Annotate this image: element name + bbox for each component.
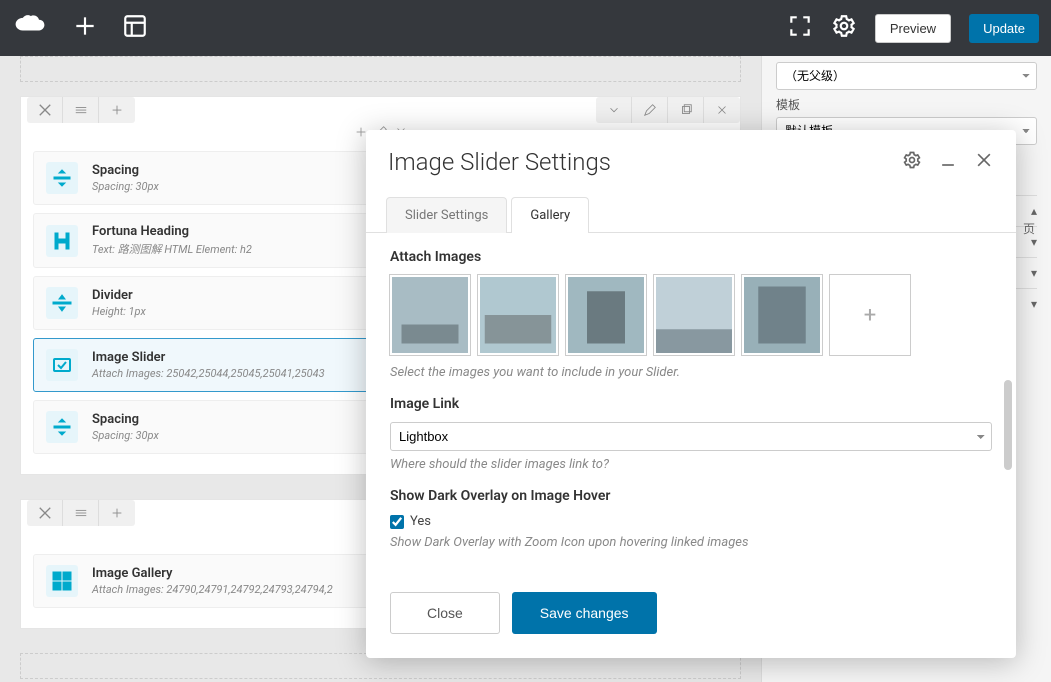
thumbnail[interactable] bbox=[742, 275, 822, 355]
element-subtitle: Text: 路测图解 HTML Element: h2 bbox=[92, 241, 252, 257]
spacing-icon bbox=[46, 162, 78, 194]
element-subtitle: Attach Images: 25042,25044,25045,25041,2… bbox=[92, 367, 325, 380]
element-subtitle: Height: 1px bbox=[92, 305, 146, 318]
element-title: Divider bbox=[92, 288, 146, 303]
gear-icon[interactable] bbox=[831, 13, 857, 43]
hover-overlay-checkbox[interactable] bbox=[390, 515, 404, 529]
image-link-select[interactable]: Lightbox bbox=[390, 422, 992, 451]
preview-button[interactable]: Preview bbox=[875, 14, 951, 43]
gear-icon[interactable] bbox=[902, 150, 922, 174]
hover-overlay-yes: Yes bbox=[410, 514, 431, 529]
add-icon[interactable] bbox=[72, 13, 98, 43]
chevron-down-icon: ▾ bbox=[1031, 266, 1037, 280]
update-button[interactable]: Update bbox=[969, 14, 1039, 43]
thumbnail[interactable] bbox=[654, 275, 734, 355]
row-move-icon[interactable] bbox=[27, 97, 63, 123]
row-delete-icon[interactable] bbox=[704, 97, 740, 123]
row-drag-icon[interactable] bbox=[63, 500, 99, 526]
thumbnail-row: + bbox=[390, 275, 992, 355]
tab-slider-settings[interactable]: Slider Settings bbox=[386, 197, 507, 233]
element-subtitle: Attach Images: 24790,24791,24792,24793,2… bbox=[92, 583, 333, 596]
slider-icon bbox=[46, 349, 78, 381]
layout-icon[interactable] bbox=[122, 13, 148, 43]
element-title: Fortuna Heading bbox=[92, 224, 252, 239]
gallery-icon bbox=[46, 565, 78, 597]
thumbnail[interactable] bbox=[390, 275, 470, 355]
attach-images-label: Attach Images bbox=[390, 249, 992, 265]
row-drag-icon[interactable] bbox=[63, 97, 99, 123]
row-copy-icon[interactable] bbox=[668, 97, 704, 123]
hover-overlay-hint: Show Dark Overlay with Zoom Icon upon ho… bbox=[390, 535, 992, 550]
thumbnail[interactable] bbox=[478, 275, 558, 355]
image-link-hint: Where should the slider images link to? bbox=[390, 457, 992, 472]
close-button[interactable]: Close bbox=[390, 592, 500, 634]
row-edit-icon[interactable] bbox=[632, 97, 668, 123]
add-thumbnail-button[interactable]: + bbox=[830, 275, 910, 355]
thumbnail[interactable] bbox=[566, 275, 646, 355]
logo-icon bbox=[12, 12, 48, 44]
element-subtitle: Spacing: 30px bbox=[92, 180, 159, 193]
chevron-down-icon: ▾ bbox=[1031, 235, 1037, 249]
modal-image-slider-settings: Image Slider Settings Slider Settings Ga… bbox=[366, 130, 1016, 658]
tab-gallery[interactable]: Gallery bbox=[511, 197, 589, 233]
parent-select[interactable]: （无父级） bbox=[776, 62, 1037, 90]
close-icon[interactable] bbox=[974, 150, 994, 174]
image-link-label: Image Link bbox=[390, 396, 992, 412]
attach-images-hint: Select the images you want to include in… bbox=[390, 365, 992, 380]
template-label: 模板 bbox=[776, 96, 1037, 113]
heading-icon bbox=[46, 225, 78, 257]
element-subtitle: Spacing: 30px bbox=[92, 429, 159, 442]
row-dropdown-icon[interactable] bbox=[596, 97, 632, 123]
chevron-down-icon: ▾ bbox=[1031, 297, 1037, 311]
spacing-icon bbox=[46, 411, 78, 443]
hover-overlay-label: Show Dark Overlay on Image Hover bbox=[390, 488, 992, 504]
minimize-icon[interactable] bbox=[938, 150, 958, 174]
element-title: Spacing bbox=[92, 412, 159, 427]
element-title: Spacing bbox=[92, 163, 159, 178]
save-changes-button[interactable]: Save changes bbox=[512, 592, 657, 634]
topbar: Preview Update bbox=[0, 0, 1051, 56]
sidebar-top-text: 页 bbox=[1023, 220, 1035, 237]
element-title: Image Slider bbox=[92, 350, 325, 365]
row-add-icon[interactable] bbox=[99, 500, 135, 526]
divider-icon bbox=[46, 287, 78, 319]
element-title: Image Gallery bbox=[92, 566, 333, 581]
chevron-up-icon: ▴ bbox=[1031, 204, 1037, 218]
row-add-icon[interactable] bbox=[99, 97, 135, 123]
row-move-icon[interactable] bbox=[27, 500, 63, 526]
fullscreen-icon[interactable] bbox=[787, 13, 813, 43]
empty-section[interactable] bbox=[20, 56, 741, 82]
modal-title: Image Slider Settings bbox=[388, 148, 611, 176]
modal-scrollbar[interactable] bbox=[1004, 380, 1012, 470]
